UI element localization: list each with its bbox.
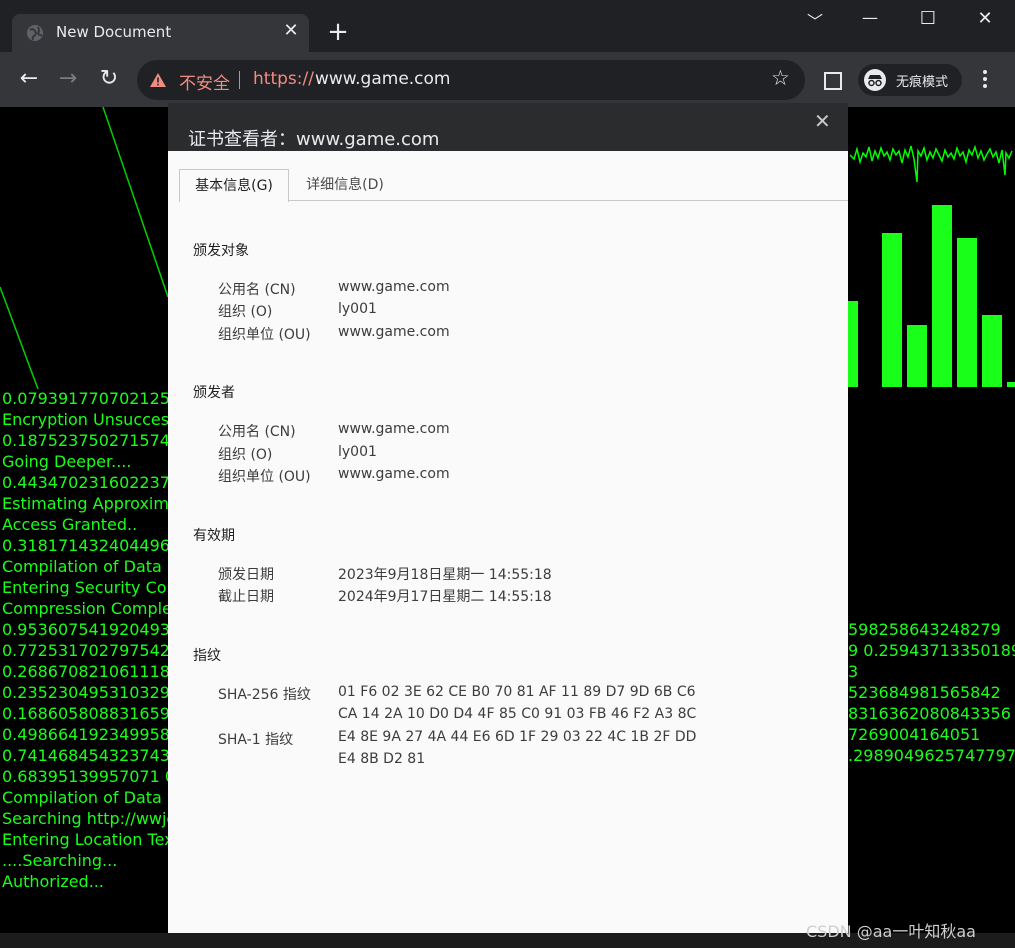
- validity-heading: 有效期: [193, 528, 235, 544]
- terminal-line: 9 0.2594371335018928: [848, 641, 1015, 660]
- terminal-line: Searching http://wwjc: [2, 809, 176, 828]
- back-button[interactable]: ←: [14, 64, 44, 94]
- address-bar[interactable]: 不安全 https:// www.game.com ☆: [137, 60, 805, 100]
- browser-toolbar: ← → ↻ 不安全 https:// www.game.com ☆ 无痕模式: [0, 52, 1015, 107]
- waveform: [849, 144, 1013, 183]
- terminal-line: Entering Location Text: [2, 830, 180, 849]
- issued-date-value: 2023年9月18日星期一 14:55:18: [338, 567, 552, 583]
- subject-ou-value: www.game.com: [338, 324, 450, 340]
- issuer-o-value: ly001: [338, 444, 377, 460]
- expiry-date-label: 截止日期: [218, 589, 274, 605]
- globe-icon: [27, 25, 43, 41]
- tab-title: New Document: [56, 23, 172, 41]
- divider: [239, 71, 240, 89]
- tab-close-icon[interactable]: ✕: [280, 20, 302, 42]
- terminal-line: 0.23523049531032947: [2, 683, 191, 702]
- expiry-date-value: 2024年9月17日星期二 14:55:18: [338, 589, 552, 605]
- subject-heading: 颁发对象: [193, 243, 249, 259]
- fingerprint-heading: 指纹: [193, 648, 221, 664]
- terminal-line: .2989049625747797: [848, 746, 1015, 765]
- terminal-line: 0.18752375027157409: [2, 431, 191, 450]
- terminal-line: ....Searching...: [2, 851, 118, 870]
- incognito-indicator[interactable]: 无痕模式: [858, 64, 962, 96]
- sha1-value-line1: E4 8E 9A 27 4A 44 E6 6D 1F 29 03 22 4C 1…: [338, 729, 697, 745]
- terminal-line: Compilation of Data S: [2, 788, 178, 807]
- dialog-title: 证书查看者：www.game.com: [188, 129, 440, 150]
- terminal-line: Going Deeper....: [2, 452, 132, 471]
- terminal-line: 0.1686058088316591 0: [2, 704, 196, 723]
- subject-cn-label: 公用名 (CN): [218, 282, 296, 298]
- bar: [932, 205, 952, 387]
- sha1-value-line2: E4 8B D2 81: [338, 751, 426, 767]
- bookmark-star-icon[interactable]: ☆: [771, 66, 790, 90]
- terminal-line: 0.31817143240449686: [2, 536, 191, 555]
- issuer-ou-value: www.game.com: [338, 466, 450, 482]
- tab-strip: New Document ✕ + ﹀ — ☐ ✕: [0, 0, 1015, 52]
- bar: [982, 315, 1002, 387]
- certificate-viewer-dialog: 证书查看者：www.game.com ✕ 基本信息(G) 详细信息(D) 颁发对…: [168, 103, 848, 933]
- tab-details[interactable]: 详细信息(D): [290, 169, 400, 201]
- terminal-line: 8316362080843356: [848, 704, 1011, 723]
- subject-o-label: 组织 (O): [218, 304, 273, 320]
- terminal-line: Access Granted..: [2, 515, 138, 534]
- subject-o-value: ly001: [338, 301, 377, 317]
- subject-cn-value: www.game.com: [338, 279, 450, 295]
- terminal-line: 3: [848, 662, 859, 681]
- sha256-label: SHA-256 指纹: [218, 687, 311, 703]
- terminal-line: 7269004164051: [848, 725, 981, 744]
- terminal-line: Compression Complet: [2, 599, 179, 618]
- tab-basic-info[interactable]: 基本信息(G): [179, 169, 289, 202]
- terminal-line: 0.68395139957071 0.1: [2, 767, 191, 786]
- tab-divider: [288, 200, 848, 201]
- maximize-button[interactable]: ☐: [914, 8, 942, 32]
- terminal-line: 0.7414684543237435 0: [2, 746, 196, 765]
- reload-button[interactable]: ↻: [94, 64, 124, 94]
- sha256-value-line1: 01 F6 02 3E 62 CE B0 70 81 AF 11 89 D7 9…: [338, 684, 696, 700]
- warning-icon[interactable]: [149, 72, 167, 88]
- url-scheme: https://: [253, 69, 314, 89]
- forward-button[interactable]: →: [53, 64, 83, 94]
- terminal-line: 598258643248279: [848, 620, 1001, 639]
- issuer-ou-label: 组织单位 (OU): [218, 469, 311, 485]
- terminal-line: 0.9536075419204937 0: [2, 620, 196, 639]
- sha256-value-line2: CA 14 2A 10 D0 D4 4F 85 C0 91 03 FB 46 F…: [338, 706, 697, 722]
- terminal-line: 0.772531702797542 0.: [2, 641, 191, 660]
- issuer-cn-label: 公用名 (CN): [218, 424, 296, 440]
- terminal-line: 0.07939177070212544: [2, 389, 191, 408]
- incognito-icon: [864, 69, 886, 91]
- issuer-heading: 颁发者: [193, 385, 235, 401]
- subject-ou-label: 组织单位 (OU): [218, 327, 311, 343]
- bar: [957, 238, 977, 387]
- scan-lines: [0, 107, 169, 390]
- tab-search-icon[interactable]: ﹀: [801, 8, 829, 32]
- terminal-line: 0.26867082106111884: [2, 662, 191, 681]
- terminal-line: Compilation of Data S: [2, 557, 178, 576]
- bar: [882, 233, 902, 387]
- new-tab-button[interactable]: +: [326, 19, 350, 45]
- menu-icon[interactable]: [983, 70, 989, 91]
- url-host: www.game.com: [315, 69, 451, 89]
- issuer-o-label: 组织 (O): [218, 447, 273, 463]
- close-window-button[interactable]: ✕: [971, 8, 999, 32]
- terminal-line: Authorized...: [2, 872, 104, 891]
- bar: [1007, 382, 1015, 387]
- side-panel-icon[interactable]: [824, 72, 842, 90]
- bar: [907, 325, 927, 387]
- minimize-button[interactable]: —: [856, 8, 884, 32]
- issued-date-label: 颁发日期: [218, 567, 274, 583]
- terminal-line: 0.443470231602237 0.: [2, 473, 191, 492]
- browser-tab[interactable]: New Document ✕: [12, 14, 309, 52]
- dialog-header: 证书查看者：www.game.com ✕: [168, 103, 848, 151]
- incognito-label: 无痕模式: [896, 75, 949, 90]
- terminal-line: Estimating Approxima: [2, 494, 179, 513]
- terminal-line: Encryption Unsuccesfu: [2, 410, 185, 429]
- terminal-line: Entering Security Cons: [2, 578, 185, 597]
- watermark: CSDN @aa一叶知秋aa: [806, 922, 976, 941]
- terminal-line: 0.49866419234995885: [2, 725, 191, 744]
- issuer-cn-value: www.game.com: [338, 421, 450, 437]
- not-secure-label[interactable]: 不安全: [179, 69, 230, 94]
- sha1-label: SHA-1 指纹: [218, 732, 294, 748]
- close-icon[interactable]: ✕: [814, 109, 831, 133]
- terminal-line: 523684981565842: [848, 683, 1001, 702]
